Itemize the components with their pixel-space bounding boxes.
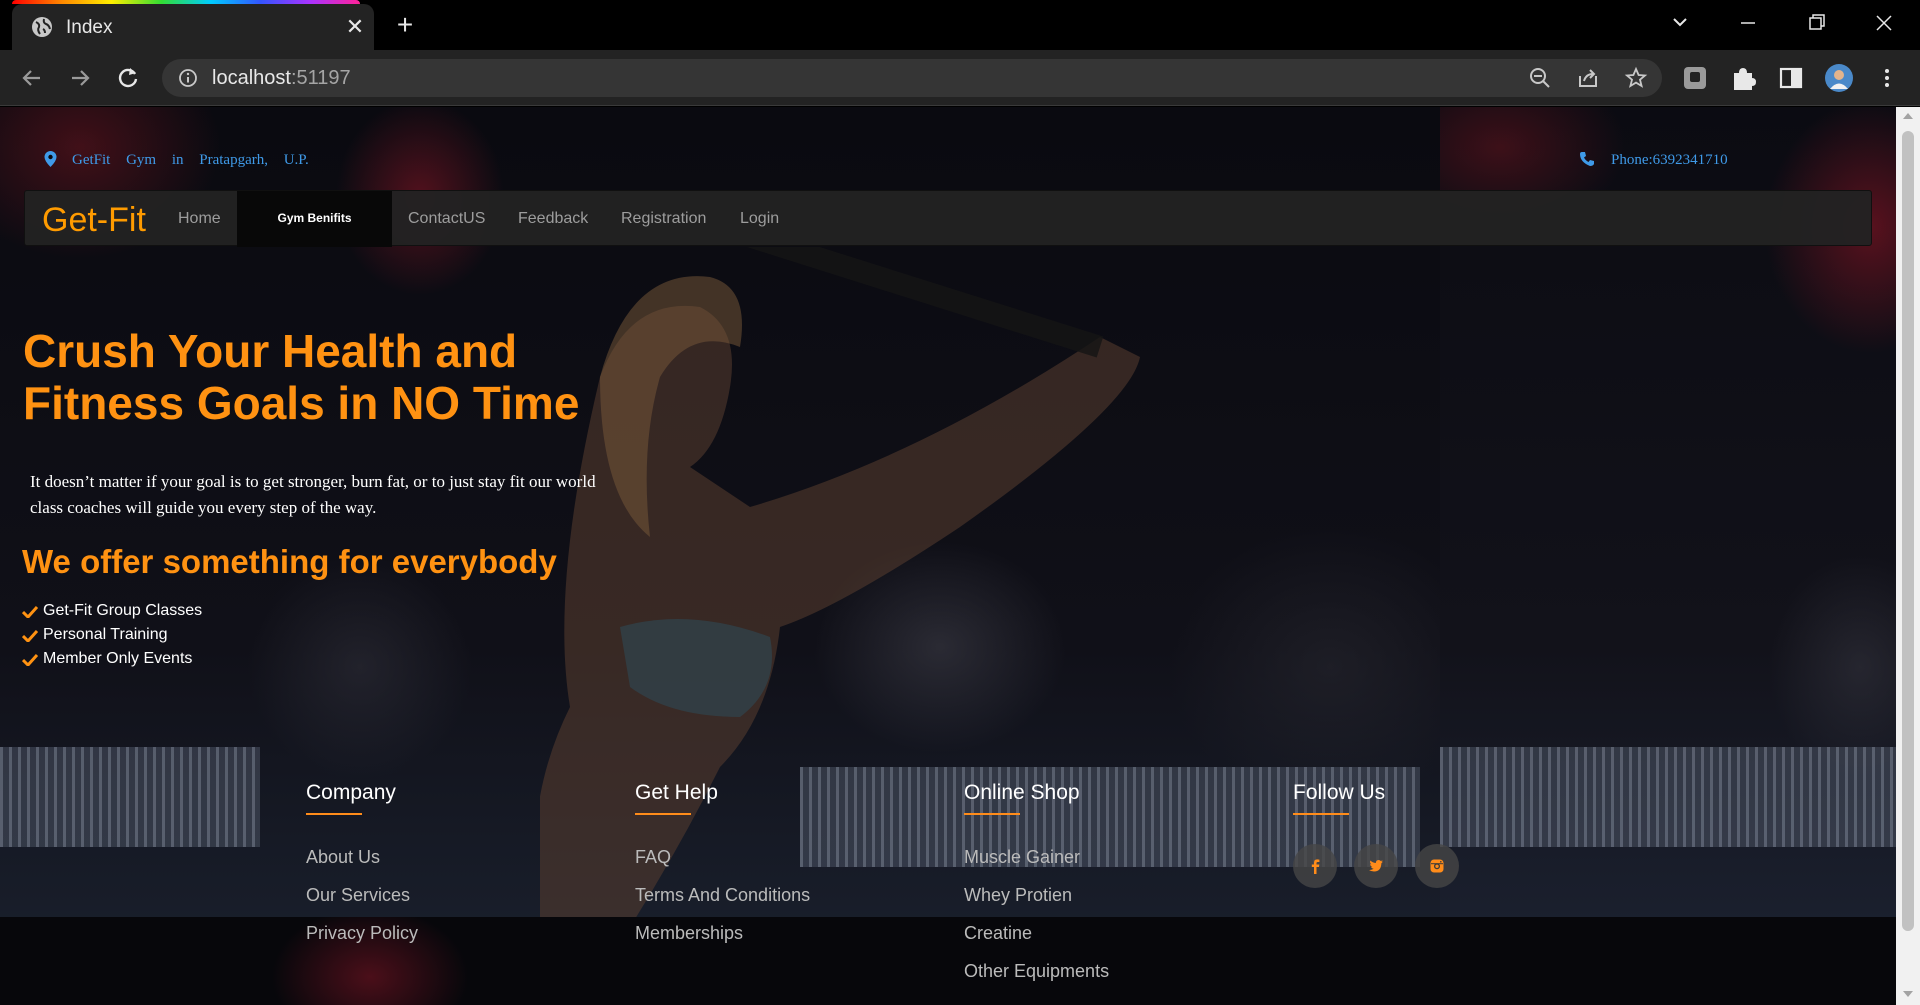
offer-label: Get-Fit Group Classes [43, 602, 203, 619]
url-text[interactable]: localhost:51197 [212, 67, 351, 90]
scroll-down-arrow-icon[interactable] [1903, 991, 1913, 997]
share-icon[interactable] [1576, 66, 1600, 90]
nav-link-registration[interactable]: Registration [621, 210, 706, 228]
twitter-icon [1369, 860, 1383, 872]
footer-background [0, 917, 1896, 1005]
footer-online-shop: Online Shop Muscle Gainer Whey Protien C… [964, 781, 1109, 999]
url-host: localhost [212, 67, 291, 89]
zoom-out-icon[interactable] [1528, 66, 1552, 90]
footer-link-whey-protien[interactable]: Whey Protien [964, 885, 1109, 923]
footer-company: Company About Us Our Services Privacy Po… [306, 781, 418, 961]
browser-tab-bar: Index ✕ + [0, 0, 1920, 50]
footer-heading: Online Shop [964, 781, 1080, 804]
footer-link-other-equipments[interactable]: Other Equipments [964, 961, 1109, 999]
check-icon [22, 605, 38, 618]
close-icon[interactable] [1864, 8, 1904, 38]
footer-link-terms[interactable]: Terms And Conditions [635, 885, 810, 923]
browser-tab[interactable]: Index ✕ [12, 4, 374, 50]
footer-link-muscle-gainer[interactable]: Muscle Gainer [964, 847, 1109, 885]
footer-link-our-services[interactable]: Our Services [306, 885, 418, 923]
background-radiator [0, 747, 260, 847]
check-icon [22, 653, 38, 666]
offer-heading: We offer something for everybody [22, 543, 557, 580]
side-panel-icon[interactable] [1777, 64, 1805, 92]
offer-label: Personal Training [43, 626, 168, 643]
location-text: GetFit Gym in Pratapgarh, U.P. [72, 152, 309, 168]
footer-heading: Get Help [635, 781, 718, 804]
heading-underline [306, 813, 362, 815]
footer-link-faq[interactable]: FAQ [635, 847, 810, 885]
facebook-icon [1311, 859, 1320, 874]
extension-icon[interactable] [1681, 64, 1709, 92]
web-page: GetFit Gym in Pratapgarh, U.P. Phone:639… [0, 107, 1896, 1005]
site-navbar: Get-Fit Home Gym Benifits ContactUS Feed… [24, 190, 1872, 247]
instagram-button[interactable] [1415, 844, 1459, 888]
tab-search-icon[interactable] [1660, 8, 1700, 38]
restore-icon[interactable] [1796, 8, 1836, 38]
heading-underline [635, 813, 691, 815]
menu-kebab-icon[interactable] [1873, 64, 1901, 92]
nav-link-label: Gym Benifits [277, 211, 352, 225]
reload-icon[interactable] [112, 62, 144, 94]
footer-link-about-us[interactable]: About Us [306, 847, 418, 885]
footer-heading: Follow Us [1293, 781, 1386, 804]
site-info-icon[interactable] [178, 68, 198, 88]
instagram-icon [1430, 859, 1444, 873]
scroll-up-arrow-icon[interactable] [1903, 113, 1913, 119]
tab-title: Index [66, 17, 113, 38]
location-pin-icon [44, 151, 57, 167]
offer-label: Member Only Events [43, 650, 193, 667]
list-item: Member Only Events [22, 650, 202, 674]
heading-underline [1293, 813, 1349, 815]
address-bar[interactable]: localhost:51197 [162, 59, 1662, 97]
background-radiator [1440, 747, 1896, 847]
nav-link-gym-benefits[interactable]: Gym Benifits [237, 191, 392, 247]
list-item: Get-Fit Group Classes [22, 602, 202, 626]
puzzle-icon[interactable] [1729, 64, 1757, 92]
twitter-button[interactable] [1354, 844, 1398, 888]
bookmark-star-icon[interactable] [1624, 66, 1648, 90]
nav-link-contactus[interactable]: ContactUS [408, 210, 485, 228]
nav-link-login[interactable]: Login [740, 210, 779, 228]
url-port: :51197 [290, 67, 351, 89]
footer-link-memberships[interactable]: Memberships [635, 923, 810, 961]
footer-link-creatine[interactable]: Creatine [964, 923, 1109, 961]
globe-icon [32, 17, 52, 37]
nav-link-home[interactable]: Home [178, 210, 221, 228]
list-item: Personal Training [22, 626, 202, 650]
footer-link-privacy-policy[interactable]: Privacy Policy [306, 923, 418, 961]
check-icon [22, 629, 38, 642]
browser-toolbar: localhost:51197 [0, 50, 1920, 106]
hero-title: Crush Your Health and Fitness Goals in N… [23, 325, 580, 429]
tab-close-button[interactable]: ✕ [342, 14, 368, 40]
brand-logo[interactable]: Get-Fit [42, 201, 146, 240]
heading-underline [964, 813, 1020, 815]
page-scrollbar[interactable] [1896, 107, 1920, 1005]
phone-icon [1580, 152, 1594, 166]
footer-heading: Company [306, 781, 396, 804]
new-tab-button[interactable]: + [390, 10, 420, 40]
footer-follow-us: Follow Us [1293, 781, 1385, 815]
offer-list: Get-Fit Group Classes Personal Training … [22, 602, 202, 674]
hero-description: It doesn’t matter if your goal is to get… [30, 472, 596, 517]
minimize-icon[interactable] [1728, 8, 1768, 38]
scroll-thumb[interactable] [1902, 131, 1914, 931]
footer-get-help: Get Help FAQ Terms And Conditions Member… [635, 781, 810, 961]
forward-icon[interactable] [64, 62, 96, 94]
phone-number[interactable]: Phone:6392341710 [1611, 152, 1728, 169]
nav-link-feedback[interactable]: Feedback [518, 210, 588, 228]
facebook-button[interactable] [1293, 844, 1337, 888]
back-icon[interactable] [16, 62, 48, 94]
tab-media-indicator [12, 0, 360, 4]
avatar[interactable] [1825, 64, 1853, 92]
